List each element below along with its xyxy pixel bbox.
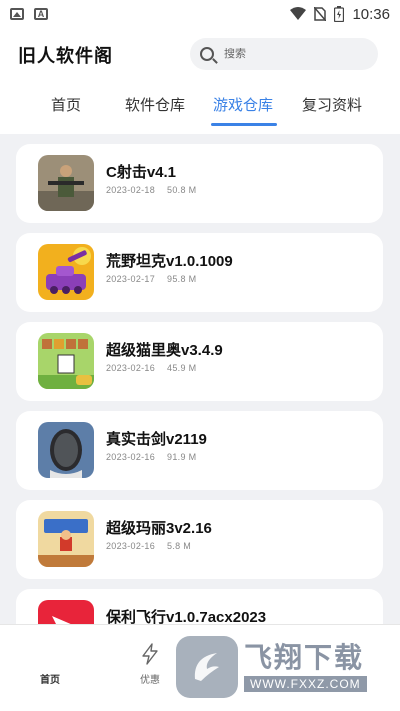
app-size: 95.8 M bbox=[167, 274, 197, 284]
list-item[interactable]: 超级玛丽3v2.16 2023-02-16 5.8 M bbox=[16, 500, 383, 579]
list-item[interactable]: 荒野坦克v1.0.1009 2023-02-17 95.8 M bbox=[16, 233, 383, 312]
list-item[interactable]: 超级猫里奥v3.4.9 2023-02-16 45.9 M bbox=[16, 322, 383, 401]
tab-home[interactable]: 首页 bbox=[51, 94, 81, 115]
wifi-icon bbox=[290, 7, 307, 20]
active-tab-indicator bbox=[211, 123, 277, 126]
nav-deals-label: 优惠 bbox=[140, 675, 160, 686]
search-bar[interactable] bbox=[190, 38, 378, 70]
app-date: 2023-02-16 bbox=[106, 363, 156, 373]
tab-study-materials[interactable]: 复习资料 bbox=[302, 94, 362, 115]
app-date: 2023-02-17 bbox=[106, 274, 156, 284]
app-size: 50.8 M bbox=[167, 185, 197, 195]
app-name: 真实击剑v2119 bbox=[106, 431, 207, 448]
list-item[interactable]: 保利飞行v1.0.7acx2023 bbox=[16, 589, 383, 624]
nav-home[interactable]: 首页 bbox=[20, 671, 80, 686]
app-date: 2023-02-18 bbox=[106, 185, 156, 195]
app-size: 91.9 M bbox=[167, 452, 197, 462]
search-input[interactable] bbox=[224, 48, 364, 60]
super-mario-icon bbox=[38, 511, 94, 567]
gallery-notification-icon bbox=[10, 8, 24, 20]
app-meta: 2023-02-16 5.8 M bbox=[106, 541, 191, 551]
app-meta: 2023-02-16 91.9 M bbox=[106, 452, 196, 462]
nav-home-label: 首页 bbox=[40, 675, 60, 686]
tab-software-repo[interactable]: 软件仓库 bbox=[125, 94, 185, 115]
search-icon bbox=[200, 47, 214, 61]
app-title: 旧人软件阁 bbox=[18, 46, 113, 66]
plane-icon bbox=[38, 600, 94, 624]
app-date: 2023-02-16 bbox=[106, 541, 156, 551]
header: 旧人软件阁 bbox=[0, 28, 400, 80]
app-name: C射击v4.1 bbox=[106, 164, 177, 181]
app-meta: 2023-02-18 50.8 M bbox=[106, 185, 196, 195]
watermark-title: 飞翔下载 bbox=[244, 642, 365, 673]
no-sim-icon bbox=[314, 7, 327, 21]
list-item[interactable]: C射击v4.1 2023-02-18 50.8 M bbox=[16, 144, 383, 223]
category-tabs: 首页 软件仓库 游戏仓库 复习资料 bbox=[0, 86, 400, 130]
lightning-icon bbox=[142, 643, 158, 665]
watermark: 飞翔下载 WWW.FXXZ.COM bbox=[176, 636, 386, 698]
cat-mario-icon bbox=[38, 333, 94, 389]
tab-game-repo[interactable]: 游戏仓库 bbox=[213, 94, 273, 115]
app-meta: 2023-02-16 45.9 M bbox=[106, 363, 196, 373]
nav-deals[interactable]: 优惠 bbox=[120, 643, 180, 686]
soldier-icon bbox=[38, 155, 94, 211]
a-notification-icon: A bbox=[34, 8, 48, 20]
game-list[interactable]: C射击v4.1 2023-02-18 50.8 M 荒野坦克v1.0.1009 2… bbox=[0, 134, 400, 624]
tank-icon bbox=[38, 244, 94, 300]
app-meta: 2023-02-17 95.8 M bbox=[106, 274, 196, 284]
status-bar: A 10:36 bbox=[0, 0, 400, 28]
app-size: 5.8 M bbox=[167, 541, 192, 551]
app-size: 45.9 M bbox=[167, 363, 197, 373]
list-item[interactable]: 真实击剑v2119 2023-02-16 91.9 M bbox=[16, 411, 383, 490]
app-name: 超级猫里奥v3.4.9 bbox=[106, 342, 223, 359]
watermark-logo-icon bbox=[176, 636, 238, 698]
watermark-url: WWW.FXXZ.COM bbox=[244, 676, 367, 692]
app-name: 荒野坦克v1.0.1009 bbox=[106, 253, 233, 270]
app-date: 2023-02-16 bbox=[106, 452, 156, 462]
fencing-mask-icon bbox=[38, 422, 94, 478]
app-name: 超级玛丽3v2.16 bbox=[106, 520, 212, 537]
battery-icon bbox=[334, 6, 345, 22]
clock: 10:36 bbox=[352, 5, 390, 23]
app-name: 保利飞行v1.0.7acx2023 bbox=[106, 609, 267, 624]
